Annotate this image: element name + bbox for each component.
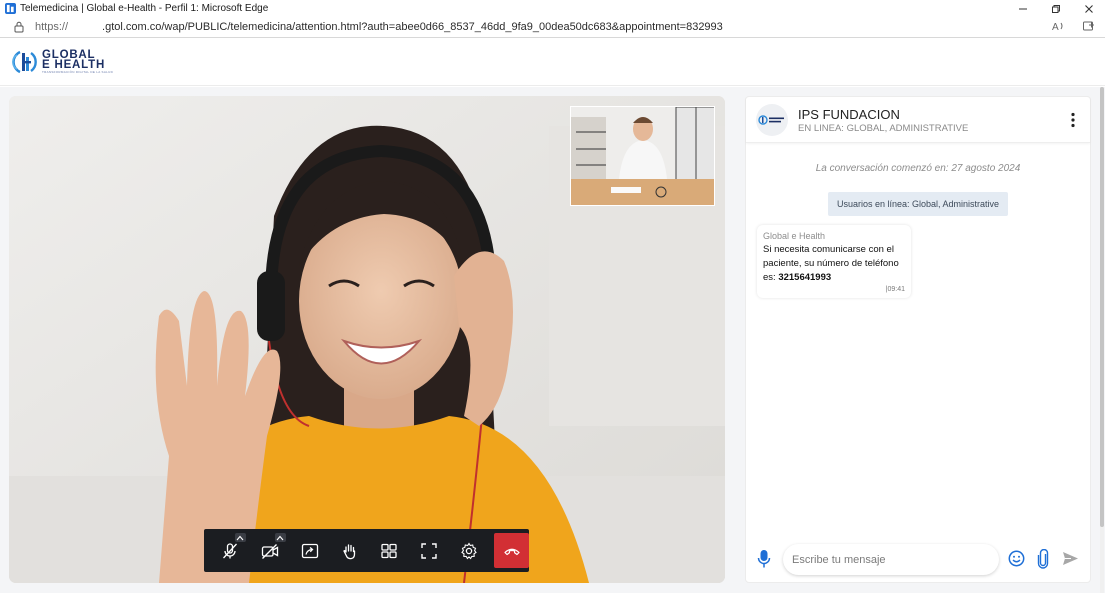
logo-mark-icon: [12, 50, 37, 74]
raise-hand-button[interactable]: [330, 529, 370, 572]
message-sender: Global e Health: [763, 231, 826, 241]
camera-options-caret[interactable]: [274, 533, 286, 542]
app-icon: [5, 3, 16, 14]
raise-hand-icon: [342, 543, 355, 559]
send-icon[interactable]: [1062, 551, 1079, 566]
chat-header: IPS FUNDACION EN LINEA: GLOBAL, ADMINIST…: [746, 97, 1090, 143]
hangup-icon: [503, 548, 520, 555]
address-bar[interactable]: https:// .gtol.com.co/wap/PUBLIC/telemed…: [0, 17, 1105, 38]
read-aloud-icon[interactable]: A: [1052, 20, 1065, 33]
doctor-video-frame: [571, 107, 714, 205]
call-toolbar: [204, 529, 530, 572]
minimize-button[interactable]: [1006, 0, 1039, 17]
logo-tagline: TRANSFORMACIÓN DIGITAL DE LA SALUD: [42, 70, 114, 74]
minimize-icon: [1018, 8, 1027, 9]
screen-share-button[interactable]: [290, 529, 330, 572]
chevron-up-icon: [276, 535, 284, 540]
close-window-button[interactable]: [1072, 0, 1105, 17]
toggle-microphone-button[interactable]: [210, 529, 250, 572]
restore-button[interactable]: [1039, 0, 1072, 17]
camera-off-icon: [261, 543, 278, 559]
self-video-pip[interactable]: [570, 106, 715, 206]
remote-video[interactable]: [9, 96, 725, 583]
contact-name: IPS FUNDACION: [798, 107, 900, 122]
fullscreen-button[interactable]: [409, 529, 449, 572]
url-scheme: https://: [35, 21, 69, 33]
logo-line2: E HEALTH: [42, 59, 106, 71]
address-bar-actions: A: [1052, 20, 1095, 33]
close-icon: [1084, 4, 1093, 13]
message-input[interactable]: [783, 544, 999, 575]
gear-icon: [461, 541, 477, 559]
conversation-start-notice: La conversación comenzó en: 27 agosto 20…: [815, 163, 1021, 174]
page-scrollbar[interactable]: [1100, 87, 1104, 593]
contact-status: EN LINEA: GLOBAL, ADMINISTRATIVE: [798, 123, 969, 134]
chat-composer: [746, 540, 1090, 578]
contact-logo-icon: [758, 115, 784, 125]
chat-message: Global e Health Si necesita comunicarse …: [757, 225, 911, 298]
scrollbar-thumb[interactable]: [1100, 87, 1104, 527]
toggle-camera-button[interactable]: [250, 529, 290, 572]
attach-icon[interactable]: [1037, 549, 1049, 569]
mic-options-caret[interactable]: [234, 533, 246, 542]
mic-muted-icon: [222, 542, 237, 558]
window-title: Telemedicina | Global e-Health - Perfil …: [20, 3, 269, 14]
hangup-button[interactable]: [494, 533, 530, 568]
restore-icon: [1051, 4, 1060, 13]
message-phone: 3215641993: [778, 272, 832, 283]
users-online-badge: Usuarios en línea: Global, Administrativ…: [828, 192, 1008, 216]
voice-message-icon[interactable]: [757, 549, 771, 569]
svg-text:A: A: [1052, 22, 1059, 33]
site-header: GLOBAL E HEALTH TRANSFORMACIÓN DIGITAL D…: [0, 38, 1105, 86]
chat-panel: IPS FUNDACION EN LINEA: GLOBAL, ADMINIST…: [745, 96, 1091, 583]
screen-share-icon: [301, 543, 318, 558]
fullscreen-icon: [421, 542, 438, 559]
window-controls: [1006, 0, 1105, 17]
tile-view-icon: [381, 543, 398, 558]
message-body: Si necesita comunicarse con el paciente,…: [763, 243, 905, 285]
url-text[interactable]: .gtol.com.co/wap/PUBLIC/telemedicina/att…: [102, 21, 723, 33]
chevron-up-icon: [236, 535, 244, 540]
message-time: |09:41: [885, 286, 905, 293]
more-options-icon[interactable]: [1070, 112, 1076, 128]
app-available-icon[interactable]: [1082, 20, 1095, 33]
logo-text: GLOBAL E HEALTH TRANSFORMACIÓN DIGITAL D…: [42, 49, 114, 74]
global-ehealth-logo[interactable]: GLOBAL E HEALTH TRANSFORMACIÓN DIGITAL D…: [11, 48, 113, 76]
emoji-icon[interactable]: [1008, 550, 1025, 567]
lock-icon[interactable]: [13, 21, 25, 33]
tile-view-button[interactable]: [370, 529, 410, 572]
settings-button[interactable]: [449, 529, 489, 572]
window-title-bar: Telemedicina | Global e-Health - Perfil …: [0, 0, 1105, 17]
avatar[interactable]: [756, 104, 788, 136]
